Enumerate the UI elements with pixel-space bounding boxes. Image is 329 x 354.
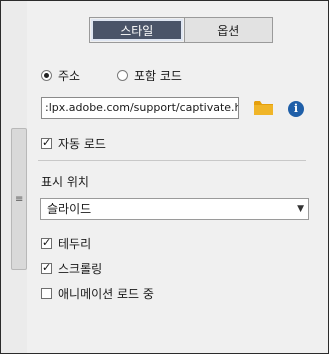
auto-load-label: 자동 로드 bbox=[58, 137, 106, 151]
checkbox-border[interactable]: 테두리 bbox=[41, 235, 91, 252]
radio-label-embed-code: 포함 코드 bbox=[134, 69, 182, 83]
dropdown-value: 슬라이드 bbox=[47, 202, 92, 216]
checkbox-checked[interactable] bbox=[41, 236, 52, 249]
info-icon[interactable]: i bbox=[288, 101, 304, 117]
scrolling-label: 스크롤링 bbox=[58, 262, 103, 276]
checkbox-checked[interactable] bbox=[41, 261, 52, 274]
checkbox-checked[interactable] bbox=[41, 136, 52, 149]
tab-options[interactable]: 옵션 bbox=[183, 18, 272, 42]
display-section-label: 표시 위치 bbox=[41, 175, 89, 189]
folder-icon[interactable] bbox=[254, 100, 273, 115]
checkbox-loading-animation[interactable]: 애니메이션 로드 중 bbox=[41, 285, 154, 302]
radio-label-address: 주소 bbox=[58, 69, 81, 83]
radio-button-unselected[interactable] bbox=[117, 70, 128, 81]
dropdown-arrow-icon: ▼ bbox=[297, 204, 304, 214]
display-dropdown[interactable]: 슬라이드 ▼ bbox=[40, 198, 309, 220]
tab-style[interactable]: 스타일 bbox=[91, 19, 183, 41]
radio-address[interactable]: 주소 bbox=[41, 67, 80, 84]
url-input[interactable]: :lpx.adobe.com/support/captivate.html bbox=[41, 97, 239, 119]
grip-icon: ≡ bbox=[15, 194, 24, 205]
checkbox-scrolling[interactable]: 스크롤링 bbox=[41, 260, 102, 277]
radio-button-selected[interactable] bbox=[41, 70, 52, 81]
border-label: 테두리 bbox=[58, 237, 92, 251]
section-divider bbox=[38, 160, 306, 161]
checkbox-auto-load[interactable]: 자동 로드 bbox=[41, 135, 106, 152]
tab-bar: 스타일 옵션 bbox=[89, 17, 273, 43]
options-window: ≡ 스타일 옵션 주소 포함 코드 :lpx.adobe.com/support… bbox=[0, 0, 329, 354]
panel-splitter-handle[interactable]: ≡ bbox=[11, 128, 27, 270]
checkbox-unchecked[interactable] bbox=[41, 288, 52, 299]
radio-embed-code[interactable]: 포함 코드 bbox=[117, 67, 182, 84]
loading-animation-label: 애니메이션 로드 중 bbox=[58, 287, 154, 301]
